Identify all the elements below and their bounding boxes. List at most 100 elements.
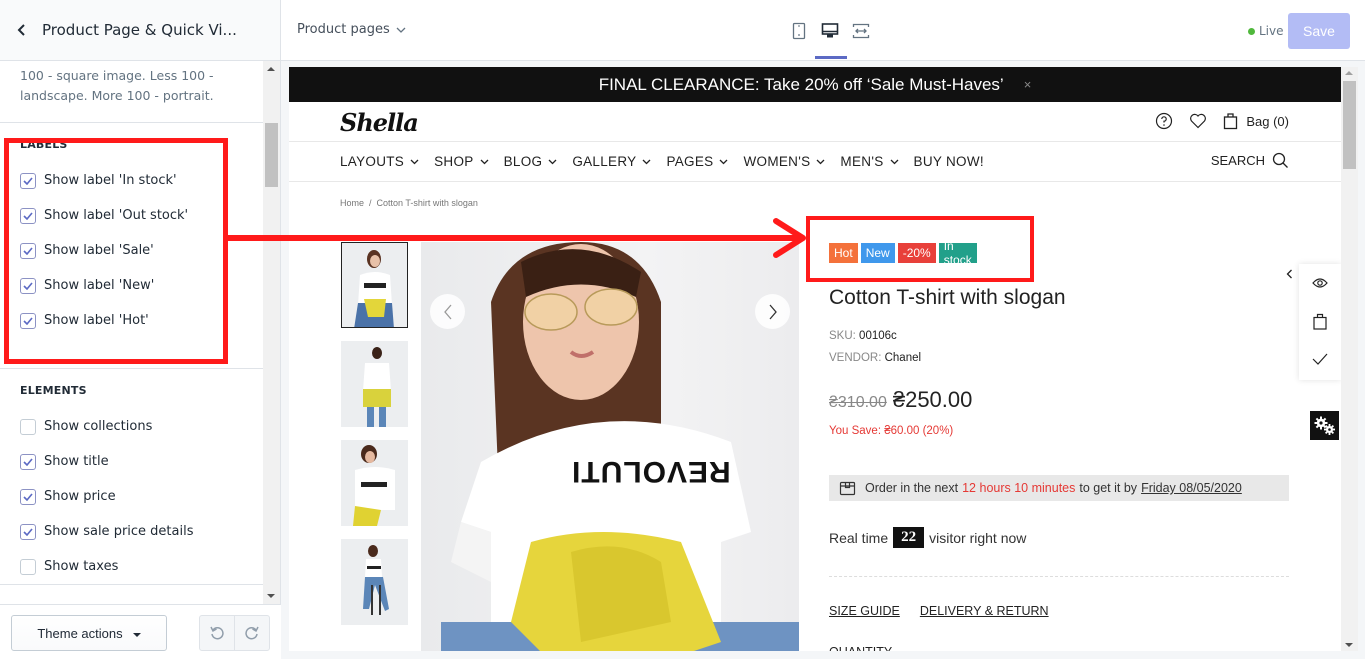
delivery-return-link[interactable]: DELIVERY & RETURN xyxy=(920,604,1049,618)
cart-bag-button[interactable]: Bag (0) xyxy=(1223,112,1289,130)
setting-checkbox-label: Show sale price details xyxy=(44,524,194,539)
product-thumbnail[interactable] xyxy=(341,341,408,427)
nav-item-label: WOMEN'S xyxy=(743,154,811,169)
promo-bar: FINAL CLEARANCE: Take 20% off ‘Sale Must… xyxy=(289,67,1341,102)
setting-checkbox-row[interactable]: Show sale price details xyxy=(20,514,243,549)
delivery-middle: to get it by xyxy=(1079,481,1138,495)
model-front-thumbnail-image xyxy=(342,243,407,327)
nav-item[interactable]: BUY NOW! xyxy=(914,154,984,169)
compare-button[interactable] xyxy=(1299,340,1341,378)
sidebar-tools-toggle[interactable] xyxy=(1279,264,1299,284)
store-header: Shella Bag (0) xyxy=(289,102,1341,142)
chevron-down-icon xyxy=(480,159,489,164)
chevron-down-icon xyxy=(642,159,651,164)
mobile-view-button[interactable] xyxy=(788,20,810,42)
nav-item-label: BUY NOW! xyxy=(913,154,984,169)
sale-price: ₴250.00 xyxy=(892,387,973,412)
full-width-view-button[interactable] xyxy=(850,20,872,42)
checkbox-checked[interactable] xyxy=(20,523,36,540)
chevron-down-icon xyxy=(720,159,728,164)
visitors-suffix: visitor right now xyxy=(929,529,1027,546)
sku-value: 00106c xyxy=(859,330,897,342)
visitor-count: 22 xyxy=(893,527,925,548)
eye-icon xyxy=(1312,278,1328,288)
scroll-up-arrow[interactable] xyxy=(1345,71,1353,75)
setting-checkbox-row[interactable]: Show collections xyxy=(20,409,243,444)
nav-item[interactable]: WOMEN'S xyxy=(743,154,825,169)
check-icon xyxy=(23,527,33,536)
template-selector[interactable]: Product pages xyxy=(297,22,406,37)
search-button[interactable]: SEARCH xyxy=(1211,152,1289,169)
preview-scrollbar[interactable] xyxy=(1341,67,1358,651)
product-main-image[interactable]: REVOLUTI xyxy=(421,242,799,651)
floating-tools xyxy=(1299,264,1341,380)
preview-scroll-thumb[interactable] xyxy=(1343,81,1356,169)
section-title: Product Page & Quick Vi... xyxy=(42,21,237,39)
sku-label: SKU: xyxy=(829,330,856,342)
visitors-prefix: Real time xyxy=(829,529,889,546)
promo-close-button[interactable]: × xyxy=(1024,77,1032,92)
product-thumbnail[interactable] xyxy=(341,242,408,328)
nav-item[interactable]: LAYOUTS xyxy=(340,154,419,169)
fullscreen-width-icon xyxy=(852,23,870,39)
setting-checkbox-row[interactable]: Show title xyxy=(20,444,243,479)
caret-down-icon xyxy=(132,632,141,637)
wishlist-heart-icon[interactable] xyxy=(1189,113,1207,129)
live-status-dot xyxy=(1248,27,1255,35)
size-guide-link[interactable]: SIZE GUIDE xyxy=(829,604,900,618)
chevron-right-icon xyxy=(769,304,777,319)
checkbox-unchecked[interactable] xyxy=(20,418,36,435)
setting-checkbox-row[interactable]: Show taxes xyxy=(20,549,243,584)
annotation-highlight-labels-settings xyxy=(4,138,228,364)
delivery-date-link[interactable]: Friday 08/05/2020 xyxy=(1141,481,1242,495)
redo-button[interactable] xyxy=(234,616,269,650)
setting-checkbox-row[interactable]: Show price xyxy=(20,479,243,514)
theme-actions-button[interactable]: Theme actions xyxy=(11,615,167,651)
image-next-button[interactable] xyxy=(755,294,790,329)
live-status-label: Live xyxy=(1259,24,1284,38)
check-icon xyxy=(23,492,33,501)
nav-menu: LAYOUTS SHOP BLOG GALLERY PAGES WOMEN'S MEN'S B… xyxy=(340,154,999,169)
setting-checkbox-label: Show title xyxy=(44,454,109,469)
settings-gears-button[interactable] xyxy=(1310,411,1339,440)
image-prev-button[interactable] xyxy=(430,294,465,329)
chevron-left-icon xyxy=(17,24,25,36)
store-logo[interactable]: Shella xyxy=(340,108,419,137)
promo-text: FINAL CLEARANCE: Take 20% off ‘Sale Must… xyxy=(598,74,1004,94)
scroll-up-arrow[interactable] xyxy=(267,67,275,71)
back-button[interactable] xyxy=(14,22,30,38)
nav-item[interactable]: MEN'S xyxy=(840,154,898,169)
shirt-print-text: REVOLUTI xyxy=(571,455,731,488)
sidebar-scrollbar[interactable] xyxy=(263,61,280,604)
elements-section: ELEMENTS Show collections Show title Show … xyxy=(0,369,263,585)
quick-view-button[interactable] xyxy=(1299,264,1341,302)
realtime-visitors: Real time 22 visitor right now xyxy=(829,527,1026,548)
template-selector-label: Product pages xyxy=(297,22,390,37)
scroll-down-arrow[interactable] xyxy=(267,594,275,598)
delivery-prefix: Order in the next xyxy=(865,481,959,495)
undo-button[interactable] xyxy=(200,616,234,650)
breadcrumb-home[interactable]: Home xyxy=(340,198,364,208)
help-icon[interactable] xyxy=(1155,112,1173,130)
image-ratio-help-text: 100 - square image. Less 100 - landscape… xyxy=(0,61,263,123)
nav-item[interactable]: GALLERY xyxy=(572,154,651,169)
desktop-view-button[interactable] xyxy=(819,20,841,42)
setting-checkbox-label: Show collections xyxy=(44,419,153,434)
setting-checkbox-label: Show taxes xyxy=(44,559,119,574)
add-to-cart-button[interactable] xyxy=(1299,302,1341,340)
checkbox-checked[interactable] xyxy=(20,488,36,505)
checkbox-unchecked[interactable] xyxy=(20,558,36,575)
product-thumbnail[interactable] xyxy=(341,539,408,625)
shopping-bag-icon xyxy=(1313,313,1327,330)
bag-count-label: Bag (0) xyxy=(1246,113,1289,129)
annotation-highlight-product-badges xyxy=(806,216,1034,282)
nav-item[interactable]: BLOG xyxy=(504,154,558,169)
nav-item[interactable]: SHOP xyxy=(434,154,489,169)
scroll-down-arrow[interactable] xyxy=(1345,643,1353,647)
sidebar-scroll-thumb[interactable] xyxy=(265,123,278,187)
save-button[interactable]: Save xyxy=(1288,13,1350,49)
product-thumbnail[interactable] xyxy=(341,440,408,526)
checkbox-checked[interactable] xyxy=(20,453,36,470)
nav-item[interactable]: PAGES xyxy=(666,154,728,169)
product-vendor: VENDOR: Chanel xyxy=(829,352,921,364)
